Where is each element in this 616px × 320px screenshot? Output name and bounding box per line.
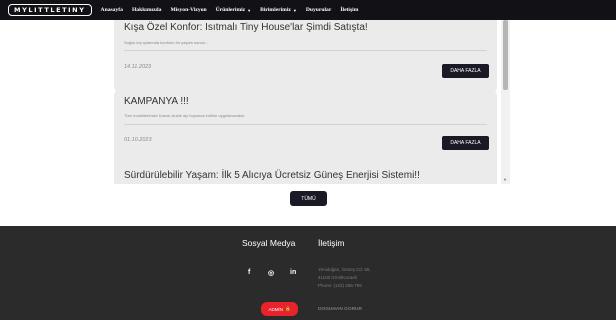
social-media-heading: Sosyal Medya — [242, 238, 296, 248]
contact-address-line: Yenidoğan, Güneş Cd. 56, — [318, 267, 371, 272]
nav-link-contact[interactable]: İletişim — [340, 7, 358, 13]
view-all-button[interactable]: TÜMÜ — [290, 191, 327, 206]
announcement-title: Sürdürülebilir Yaşam: İlk 5 Alıcıya Ücre… — [124, 170, 420, 181]
nav-link-announcements[interactable]: Duyurular — [306, 7, 332, 13]
instagram-icon[interactable]: ◎ — [268, 269, 274, 277]
footer-signature: DOGUHAN GORUR — [318, 307, 362, 312]
admin-login-button[interactable]: ADMİN 🔒 — [261, 302, 298, 316]
lock-icon: 🔒 — [284, 306, 291, 311]
announcement-card: Sürdürülebilir Yaşam: İlk 5 Alıcıya Ücre… — [114, 164, 497, 184]
nav-links: Anasayfa Hakkımızda Misyon-Vizyon Ürünle… — [101, 7, 368, 13]
announcement-date: 01.10.2023 — [124, 137, 152, 143]
read-more-button[interactable]: DAHA FAZLA — [442, 64, 489, 78]
footer: Sosyal Medya İletişim f ◎ in Yenidoğan, … — [0, 226, 616, 320]
read-more-button[interactable]: DAHA FAZLA — [442, 136, 489, 150]
scroll-down-arrow-icon[interactable]: ▼ — [503, 177, 507, 182]
nav-link-about[interactable]: Hakkımızda — [132, 7, 162, 13]
navbar: MYLITTLETINY Anasayfa Hakkımızda Misyon-… — [0, 0, 616, 20]
admin-button-label: ADMİN — [268, 306, 283, 312]
nav-link-units[interactable]: Birimlerimiz ▼ — [260, 7, 297, 13]
card-divider — [124, 124, 487, 125]
nav-link-products[interactable]: Ürünlerimiz ▼ — [216, 7, 251, 13]
announcement-description: Soğuk kış aylarında konforlu bir yaşam s… — [124, 40, 209, 45]
facebook-icon[interactable]: f — [248, 269, 250, 276]
chevron-down-icon: ▼ — [292, 7, 297, 13]
announcement-date: 14.11.2023 — [124, 64, 152, 70]
scrollbar[interactable]: ▼ — [501, 20, 510, 184]
nav-link-mission-vision[interactable]: Misyon-Vizyon — [170, 7, 206, 13]
chevron-down-icon: ▼ — [247, 7, 252, 13]
announcement-title: Kışa Özel Konfor: Isıtmalı Tiny House'la… — [124, 22, 368, 33]
brand-logo[interactable]: MYLITTLETINY — [8, 4, 92, 16]
contact-phone: Phone: (123) 456-789 — [318, 283, 362, 288]
contact-heading: İletişim — [318, 238, 345, 248]
nav-link-home[interactable]: Anasayfa — [101, 7, 123, 13]
contact-address-line: 41100 İzmit/Kocaeli — [318, 275, 357, 280]
announcement-card: Kışa Özel Konfor: Isıtmalı Tiny House'la… — [114, 20, 497, 92]
linkedin-icon[interactable]: in — [290, 269, 296, 276]
announcement-description: Tüm modellerimize Kasım-Aralık ayı boyun… — [124, 113, 246, 118]
announcements-list[interactable]: Kışa Özel Konfor: Isıtmalı Tiny House'la… — [114, 20, 510, 184]
card-divider — [124, 50, 487, 51]
announcement-title: KAMPANYA !!! — [124, 96, 189, 107]
scrollbar-thumb[interactable] — [503, 20, 508, 90]
